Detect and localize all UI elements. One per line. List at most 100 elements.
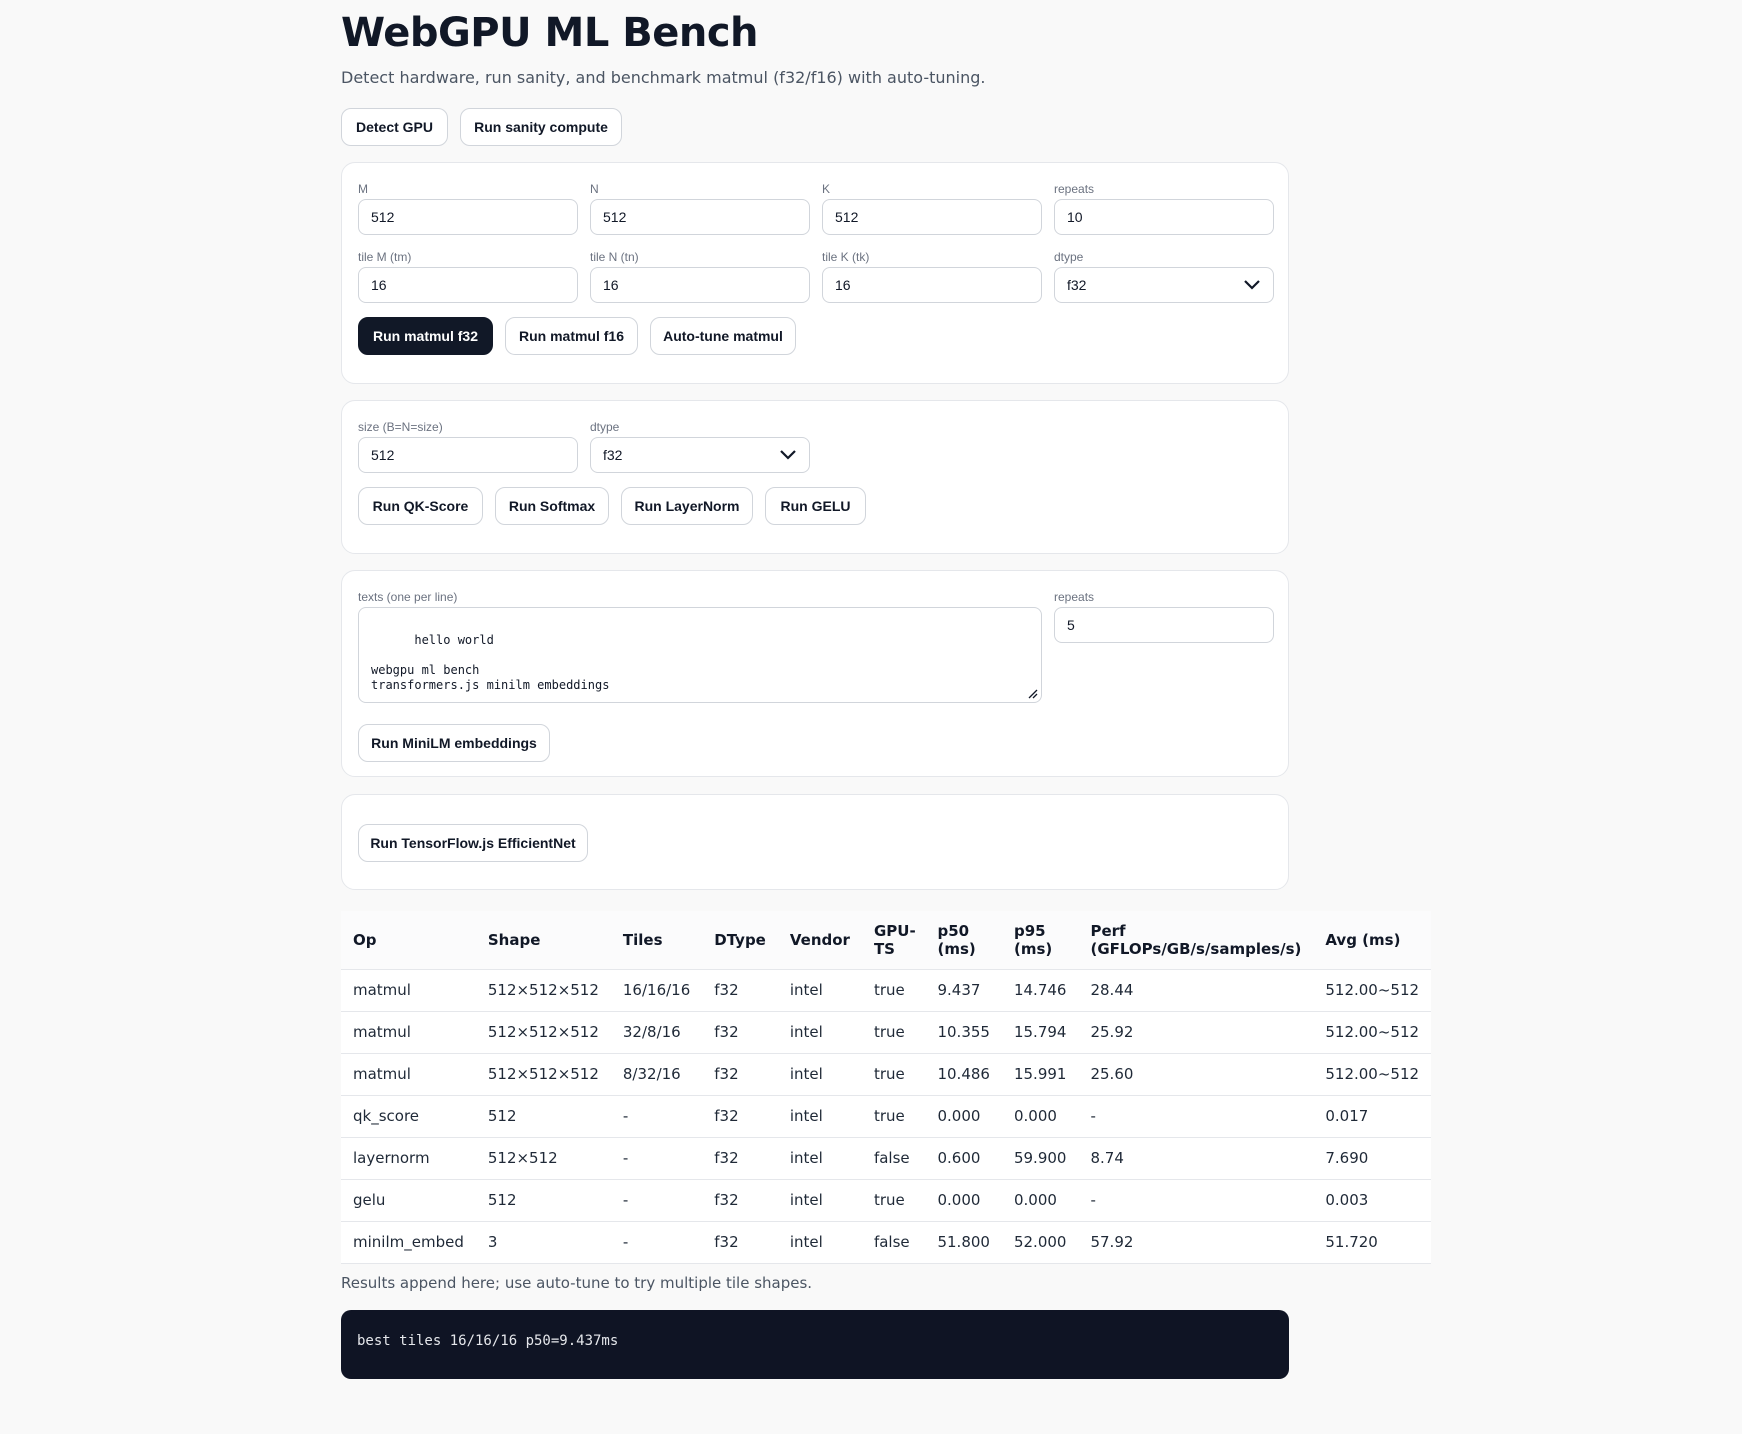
ops-card: size (B=N=size) 512 dtype f32 Run QK-Sco… bbox=[341, 400, 1289, 554]
run-efficientnet-button[interactable]: Run TensorFlow.js EfficientNet bbox=[358, 824, 588, 862]
table-cell: 512 bbox=[475, 1179, 611, 1222]
ops-dtype-select[interactable]: f32 bbox=[590, 437, 810, 473]
table-cell: 0.600 bbox=[925, 1137, 1002, 1180]
col-tiles: Tiles bbox=[610, 911, 703, 970]
texts-textarea-value: hello world webgpu ml bench transformers… bbox=[371, 633, 610, 692]
run-matmul-f32-button[interactable]: Run matmul f32 bbox=[358, 317, 493, 355]
repeats-input[interactable]: 10 bbox=[1054, 199, 1274, 235]
table-cell: matmul bbox=[341, 969, 476, 1012]
table-cell: 0.000 bbox=[925, 1095, 1002, 1138]
table-cell: 52.000 bbox=[1001, 1221, 1079, 1264]
table-cell: 15.991 bbox=[1001, 1053, 1079, 1096]
table-cell: 8.74 bbox=[1078, 1137, 1314, 1180]
n-input[interactable]: 512 bbox=[590, 199, 810, 235]
table-cell: matmul bbox=[341, 1053, 476, 1096]
results-table: Op Shape Tiles DType Vendor GPU-TS p50 (… bbox=[341, 911, 1432, 1264]
m-input[interactable]: 512 bbox=[358, 199, 578, 235]
ops-dtype-select-value: f32 bbox=[603, 447, 623, 463]
table-cell: 512×512×512 bbox=[475, 1011, 611, 1054]
table-cell: minilm_embed bbox=[341, 1221, 476, 1264]
results-header-row: Op Shape Tiles DType Vendor GPU-TS p50 (… bbox=[341, 911, 1432, 970]
table-row: qk_score 512- f32 intel true 0.000 0.000-0.017 bbox=[341, 1095, 1432, 1138]
table-cell: 51.800 bbox=[925, 1221, 1002, 1264]
table-cell: intel bbox=[777, 1179, 862, 1222]
run-qk-score-button[interactable]: Run QK-Score bbox=[358, 487, 483, 525]
table-cell: 512.00~512 bbox=[1313, 1053, 1432, 1096]
n-label: N bbox=[590, 182, 599, 196]
table-cell: 0.017 bbox=[1313, 1095, 1432, 1138]
table-cell: f32 bbox=[702, 1137, 778, 1180]
table-row: matmul 512×512×512 32/8/16 f32 intel true 10.3… bbox=[341, 1011, 1432, 1054]
tile-k-label: tile K (tk) bbox=[822, 250, 870, 264]
table-cell: 0.003 bbox=[1313, 1179, 1432, 1222]
table-cell: false bbox=[861, 1137, 926, 1180]
table-cell: 59.900 bbox=[1001, 1137, 1079, 1180]
table-cell: f32 bbox=[702, 1053, 778, 1096]
run-layernorm-button[interactable]: Run LayerNorm bbox=[621, 487, 753, 525]
table-cell: - bbox=[610, 1137, 703, 1180]
dtype-label: dtype bbox=[1054, 250, 1084, 264]
table-row: matmul 512×512×512 16/16/16 f32 intel true 9.4… bbox=[341, 969, 1432, 1012]
table-cell: 0.000 bbox=[1001, 1179, 1079, 1222]
table-cell: - bbox=[1078, 1179, 1314, 1222]
k-input[interactable]: 512 bbox=[822, 199, 1042, 235]
texts-label: texts (one per line) bbox=[358, 590, 458, 604]
run-matmul-f16-button[interactable]: Run matmul f16 bbox=[505, 317, 638, 355]
table-cell: 25.92 bbox=[1078, 1011, 1314, 1054]
col-p50: p50 (ms) bbox=[925, 911, 1002, 970]
table-cell: 28.44 bbox=[1078, 969, 1314, 1012]
table-cell: 14.746 bbox=[1001, 969, 1079, 1012]
tile-k-input[interactable]: 16 bbox=[822, 267, 1042, 303]
tile-n-input[interactable]: 16 bbox=[590, 267, 810, 303]
embed-repeats-input[interactable]: 5 bbox=[1054, 607, 1274, 643]
table-row: gelu 512- f32 intel true 0.000 0.000-0.003 bbox=[341, 1179, 1432, 1222]
table-cell: 32/8/16 bbox=[610, 1011, 703, 1054]
col-vendor: Vendor bbox=[777, 911, 862, 970]
table-cell: false bbox=[861, 1221, 926, 1264]
resize-grip-icon[interactable] bbox=[1026, 687, 1038, 699]
run-softmax-button[interactable]: Run Softmax bbox=[495, 487, 609, 525]
table-cell: 9.437 bbox=[925, 969, 1002, 1012]
size-label: size (B=N=size) bbox=[358, 420, 443, 434]
table-cell: true bbox=[861, 1179, 926, 1222]
matmul-card: M 512 N 512 K 512 repeats 10 tile M (tm)… bbox=[341, 162, 1289, 384]
table-cell: f32 bbox=[702, 969, 778, 1012]
dtype-select[interactable]: f32 bbox=[1054, 267, 1274, 303]
table-cell: f32 bbox=[702, 1179, 778, 1222]
table-cell: 512.00~512 bbox=[1313, 969, 1432, 1012]
table-cell: 10.486 bbox=[925, 1053, 1002, 1096]
table-cell: intel bbox=[777, 969, 862, 1012]
table-cell: true bbox=[861, 1095, 926, 1138]
col-perf: Perf (GFLOPs/GB/s/samples/s) bbox=[1078, 911, 1314, 970]
table-cell: intel bbox=[777, 1221, 862, 1264]
table-cell: 512×512×512 bbox=[475, 1053, 611, 1096]
m-label: M bbox=[358, 182, 368, 196]
table-cell: gelu bbox=[341, 1179, 476, 1222]
autotune-matmul-button[interactable]: Auto-tune matmul bbox=[650, 317, 796, 355]
run-minilm-button[interactable]: Run MiniLM embeddings bbox=[358, 724, 550, 762]
table-cell: 10.355 bbox=[925, 1011, 1002, 1054]
table-cell: 25.60 bbox=[1078, 1053, 1314, 1096]
table-cell: 51.720 bbox=[1313, 1221, 1432, 1264]
ops-dtype-label: dtype bbox=[590, 420, 620, 434]
size-input[interactable]: 512 bbox=[358, 437, 578, 473]
table-cell: intel bbox=[777, 1053, 862, 1096]
table-cell: - bbox=[610, 1095, 703, 1138]
texts-textarea[interactable]: hello world webgpu ml bench transformers… bbox=[358, 607, 1042, 703]
tile-m-input[interactable]: 16 bbox=[358, 267, 578, 303]
table-cell: 512×512×512 bbox=[475, 969, 611, 1012]
detect-gpu-button[interactable]: Detect GPU bbox=[341, 108, 448, 146]
table-cell: true bbox=[861, 969, 926, 1012]
table-cell: 16/16/16 bbox=[610, 969, 703, 1012]
table-cell: - bbox=[610, 1221, 703, 1264]
table-cell: f32 bbox=[702, 1095, 778, 1138]
table-cell: f32 bbox=[702, 1221, 778, 1264]
page-subtitle: Detect hardware, run sanity, and benchma… bbox=[341, 68, 986, 87]
table-cell: 8/32/16 bbox=[610, 1053, 703, 1096]
results-note: Results append here; use auto-tune to tr… bbox=[341, 1274, 813, 1292]
run-sanity-button[interactable]: Run sanity compute bbox=[460, 108, 622, 146]
table-row: minilm_embed 3- f32 intel false 51.800 52.000 5… bbox=[341, 1221, 1432, 1264]
tfjs-card: Run TensorFlow.js EfficientNet bbox=[341, 794, 1289, 890]
run-gelu-button[interactable]: Run GELU bbox=[765, 487, 866, 525]
table-cell: 512×512 bbox=[475, 1137, 611, 1180]
